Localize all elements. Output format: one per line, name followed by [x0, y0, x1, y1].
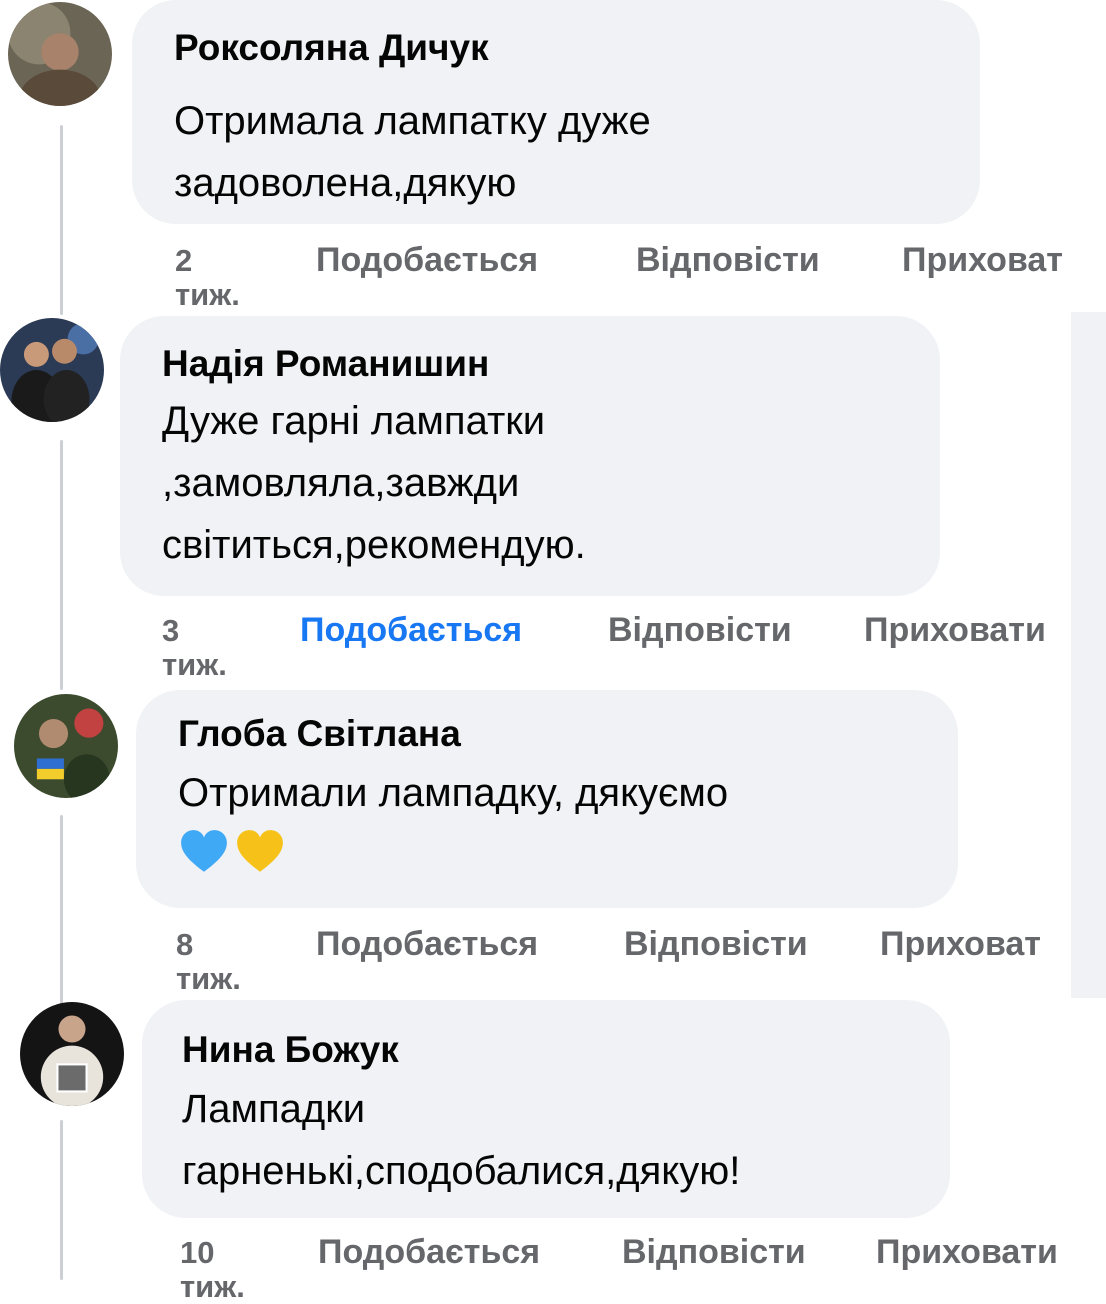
side-panel-edge	[1071, 312, 1106, 998]
hide-button[interactable]: Приховати	[876, 1232, 1058, 1272]
avatar-photo	[0, 318, 104, 422]
like-button[interactable]: Подобається	[318, 1232, 540, 1272]
thread-line	[60, 815, 63, 1005]
hide-button[interactable]: Приховат	[880, 924, 1041, 964]
comment-text: Отримали лампадку, дякуємо	[178, 771, 729, 815]
avatar[interactable]	[20, 1002, 124, 1106]
thread-line	[60, 440, 63, 690]
reply-button[interactable]: Відповісти	[624, 924, 808, 964]
thread-line	[60, 125, 63, 315]
avatar-photo	[20, 1002, 124, 1106]
avatar-photo	[14, 694, 118, 798]
yellow-heart-icon	[237, 830, 283, 872]
comment-bubble: Нина Божук Лампадки гарненькі,сподобалис…	[142, 1000, 950, 1218]
hide-button[interactable]: Приховат	[902, 240, 1063, 280]
reply-button[interactable]: Відповісти	[608, 610, 792, 650]
comment-bubble: Глоба Світлана Отримали лампадку, дякуєм…	[136, 690, 958, 908]
comment-time[interactable]: 3 тиж.	[162, 614, 272, 682]
avatar-photo	[8, 2, 112, 106]
avatar[interactable]	[0, 318, 104, 422]
blue-heart-icon	[181, 830, 227, 872]
hide-button[interactable]: Приховати	[864, 610, 1046, 650]
comment-text: Отримала лампатку дуже задоволена,дякую	[174, 99, 651, 205]
comment-author[interactable]: Роксоляна Дичук	[174, 26, 980, 70]
comment-bubble: Роксоляна Дичук Отримала лампатку дуже з…	[132, 0, 980, 224]
comment-time[interactable]: 2 тиж.	[175, 244, 285, 312]
comment-author[interactable]: Глоба Світлана	[178, 712, 958, 756]
like-button[interactable]: Подобається	[316, 924, 538, 964]
comment-text: Лампадки гарненькі,сподобалися,дякую!	[182, 1087, 741, 1193]
reply-button[interactable]: Відповісти	[636, 240, 820, 280]
comment-text: Дуже гарні лампатки ,замовляла,завжди св…	[162, 399, 586, 567]
thread-line	[60, 1120, 63, 1280]
comment-author[interactable]: Надія Романишин	[162, 342, 940, 386]
reply-button[interactable]: Відповісти	[622, 1232, 806, 1272]
comment-time[interactable]: 10 тиж.	[180, 1236, 290, 1304]
comment-time[interactable]: 8 тиж.	[176, 928, 286, 996]
like-button[interactable]: Подобається	[316, 240, 538, 280]
comment-author[interactable]: Нина Божук	[182, 1028, 950, 1072]
like-button[interactable]: Подобається	[300, 610, 522, 650]
emoji-row	[178, 826, 958, 878]
avatar[interactable]	[8, 2, 112, 106]
avatar[interactable]	[14, 694, 118, 798]
comment-bubble: Надія Романишин Дуже гарні лампатки ,зам…	[120, 316, 940, 596]
